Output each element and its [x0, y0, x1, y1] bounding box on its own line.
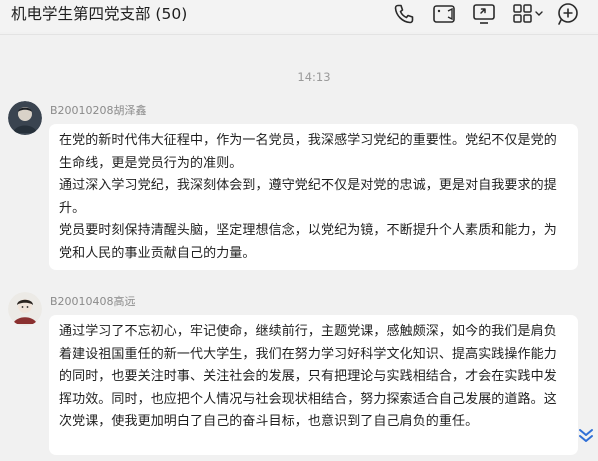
message-paragraph: 通过深入学习党纪，我深刻体会到，遵守党纪不仅是对党的忠诚，更是对自我要求的提升。: [59, 178, 557, 216]
video-call-icon[interactable]: [431, 1, 457, 27]
message-paragraph: 党员要时刻保持清醒头脑，坚定理想信念，以党纪为镜，不断提升个人素质和能力，为党和…: [59, 223, 557, 261]
double-chevron-down-icon: [579, 429, 593, 442]
apps-grid-icon: [513, 4, 543, 23]
message-paragraph: 通过学习了不忘初心，牢记使命，继续前行，主题党课，感触颇深，如今的我们是肩负着建…: [59, 324, 557, 430]
message-timestamp: 14:13: [297, 70, 331, 84]
apps-grid-menu[interactable]: [511, 1, 547, 27]
scroll-down-button[interactable]: [575, 425, 597, 447]
screen-share-icon[interactable]: [471, 1, 497, 27]
message-bubble[interactable]: 在党的新时代伟大征程中，作为一名党员，我深感学习党纪的重要性。党纪不仅是党的生命…: [49, 124, 578, 270]
message-bubble[interactable]: 通过学习了不忘初心，牢记使命，继续前行，主题党课，感触颇深，如今的我们是肩负着建…: [49, 315, 578, 455]
add-icon[interactable]: [555, 1, 581, 27]
header-divider: [0, 34, 598, 35]
sender-name: B20010408高远: [50, 295, 136, 308]
avatar[interactable]: [8, 101, 42, 135]
message-paragraph: 在党的新时代伟大征程中，作为一名党员，我深感学习党纪的重要性。党纪不仅是党的生命…: [59, 133, 557, 171]
group-title: 机电学生第四党支部 (50): [11, 5, 188, 23]
chat-header: 机电学生第四党支部 (50): [0, 0, 598, 32]
sender-name: B20010208胡泽鑫: [50, 104, 147, 117]
avatar[interactable]: [8, 292, 42, 326]
phone-icon[interactable]: [391, 1, 417, 27]
